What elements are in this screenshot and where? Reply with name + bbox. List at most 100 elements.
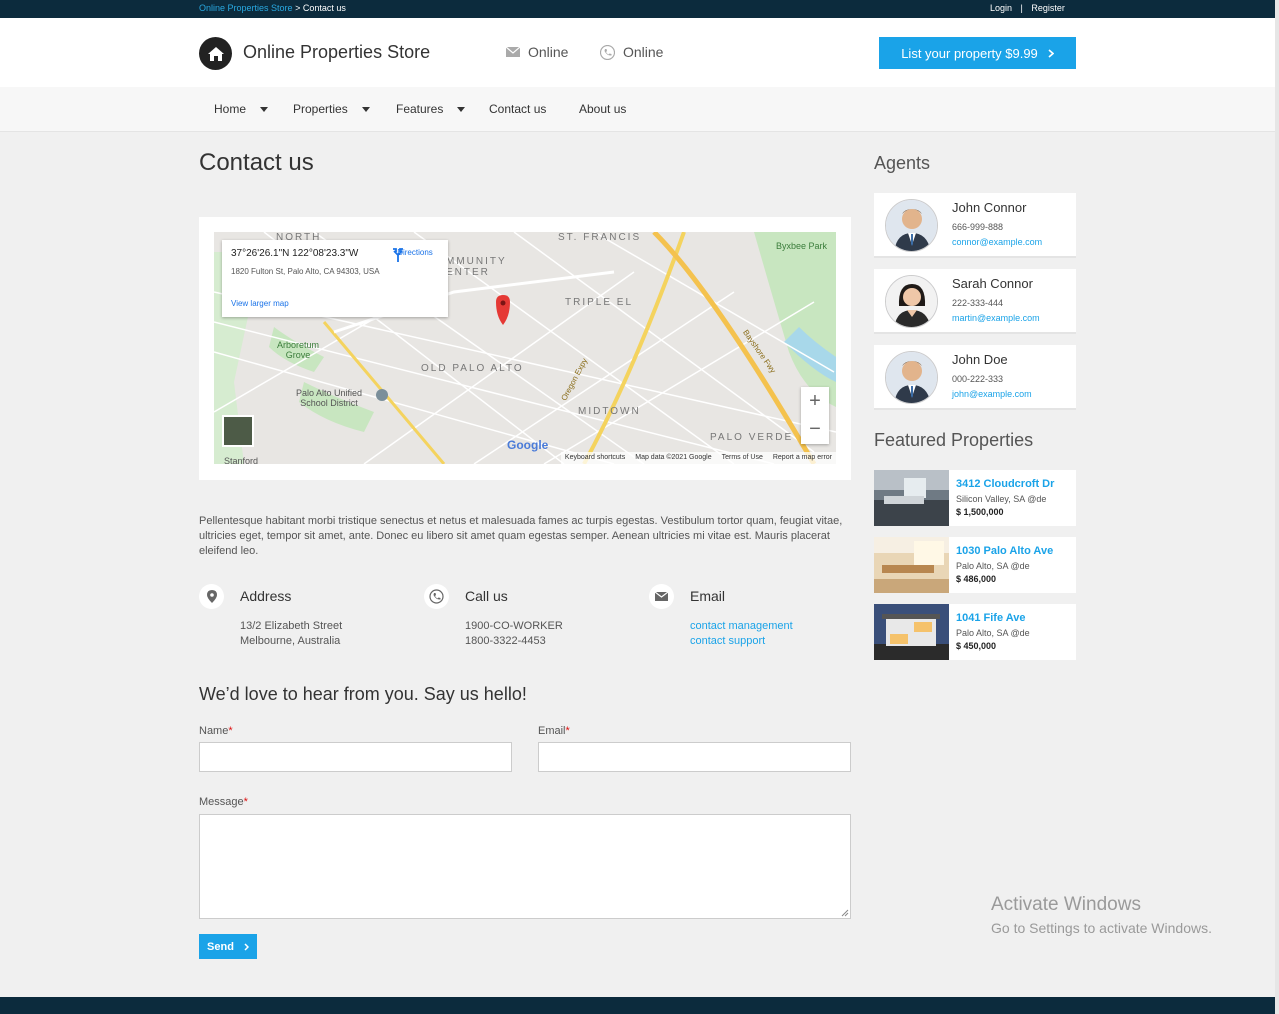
breadcrumb-current: > Contact us bbox=[295, 3, 346, 13]
register-link[interactable]: Register bbox=[1031, 3, 1065, 13]
resize-handle-icon[interactable] bbox=[841, 909, 849, 917]
property-price: $ 486,000 bbox=[956, 574, 997, 584]
nav-item-about[interactable]: About us bbox=[579, 102, 626, 116]
list-property-label: List your property $9.99 bbox=[901, 45, 1038, 61]
email-label: Email* bbox=[538, 725, 570, 737]
address-line-2: Melbourne, Australia bbox=[240, 635, 341, 647]
site-footer bbox=[0, 997, 1279, 1014]
name-input[interactable] bbox=[199, 742, 512, 772]
map-data-text: Map data ©2021 Google bbox=[635, 454, 712, 461]
watermark-title: Activate Windows bbox=[991, 894, 1141, 915]
account-separator: | bbox=[1020, 3, 1023, 13]
zoom-in-button[interactable]: + bbox=[801, 387, 829, 415]
email-input[interactable] bbox=[538, 742, 851, 772]
nav-item-label: About us bbox=[579, 102, 627, 116]
phone-line-2: 1800-3322-4453 bbox=[465, 635, 546, 647]
page-title: Contact us bbox=[199, 149, 314, 176]
message-textarea[interactable] bbox=[199, 814, 851, 919]
phone-icon bbox=[424, 584, 449, 609]
satellite-toggle[interactable] bbox=[222, 415, 254, 447]
scrollbar[interactable] bbox=[1275, 0, 1279, 1014]
breadcrumb: Online Properties Store > Contact us bbox=[199, 3, 346, 13]
map-label-arboretum: Arboretum Grove bbox=[277, 340, 320, 360]
message-label: Message* bbox=[199, 796, 248, 808]
map-footer: Keyboard shortcuts Map data ©2021 Google… bbox=[560, 452, 836, 464]
nav-item-home[interactable]: Home bbox=[214, 102, 269, 116]
header-phone-contact[interactable]: Online bbox=[600, 44, 663, 60]
property-image bbox=[874, 470, 949, 526]
caret-down-icon bbox=[260, 106, 269, 112]
agent-email-link[interactable]: john@example.com bbox=[952, 389, 1032, 399]
map-zoom-controls: + − bbox=[801, 387, 829, 444]
property-price: $ 1,500,000 bbox=[956, 507, 1004, 517]
directions-button[interactable]: Directions bbox=[392, 248, 438, 262]
required-mark: * bbox=[228, 725, 233, 737]
property-name-link[interactable]: 3412 Cloudcroft Dr bbox=[956, 478, 1054, 490]
property-location: Silicon Valley, SA @de bbox=[956, 494, 1047, 504]
property-card[interactable]: 1041 Fife Ave Palo Alto, SA @de $ 450,00… bbox=[874, 604, 1076, 660]
agent-card[interactable]: John Doe 000-222-333 john@example.com bbox=[874, 345, 1076, 410]
site-title[interactable]: Online Properties Store bbox=[243, 42, 430, 63]
watermark-subtitle: Go to Settings to activate Windows. bbox=[991, 920, 1212, 936]
keyboard-shortcuts-link[interactable]: Keyboard shortcuts bbox=[565, 454, 625, 462]
contact-management-link[interactable]: contact management bbox=[690, 619, 793, 634]
call-lines: 1900-CO-WORKER 1800-3322-4453 bbox=[465, 619, 563, 649]
map-address: 1820 Fulton St, Palo Alto, CA 94303, USA bbox=[231, 267, 380, 276]
agent-avatar bbox=[885, 275, 938, 328]
agent-card[interactable]: John Connor 666-999-888 connor@example.c… bbox=[874, 193, 1076, 258]
agent-phone: 222-333-444 bbox=[952, 298, 1004, 308]
agent-name: John Doe bbox=[952, 352, 1008, 367]
account-links: Login | Register bbox=[990, 3, 1065, 13]
map-info-box: 37°26'26.1"N 122°08'23.3"W 1820 Fulton S… bbox=[222, 240, 448, 317]
agent-email-link[interactable]: martin@example.com bbox=[952, 313, 1040, 323]
activate-windows-watermark: Activate Windows Go to Settings to activ… bbox=[991, 894, 1212, 936]
view-larger-map-link[interactable]: View larger map bbox=[231, 299, 289, 308]
list-property-button[interactable]: List your property $9.99 bbox=[879, 37, 1076, 69]
property-image bbox=[874, 537, 949, 593]
caret-down-icon bbox=[361, 106, 370, 112]
property-card[interactable]: 3412 Cloudcroft Dr Silicon Valley, SA @d… bbox=[874, 470, 1076, 526]
email-label-text: Email bbox=[538, 725, 566, 737]
contact-support-link[interactable]: contact support bbox=[690, 634, 793, 649]
terms-link[interactable]: Terms of Use bbox=[722, 454, 763, 462]
form-heading: We’d love to hear from you. Say us hello… bbox=[199, 684, 527, 704]
email-title: Email bbox=[690, 588, 726, 604]
caret-down-icon bbox=[457, 106, 466, 112]
property-name-link[interactable]: 1041 Fife Ave bbox=[956, 612, 1026, 624]
nav-item-contact[interactable]: Contact us bbox=[489, 102, 546, 116]
envelope-icon bbox=[506, 47, 520, 57]
login-link[interactable]: Login bbox=[990, 3, 1012, 13]
nav-item-properties[interactable]: Properties bbox=[293, 102, 370, 116]
agent-card[interactable]: Sarah Connor 222-333-444 martin@example.… bbox=[874, 269, 1076, 334]
required-mark: * bbox=[243, 796, 248, 808]
agent-name: John Connor bbox=[952, 200, 1027, 215]
chevron-right-icon bbox=[1048, 48, 1054, 58]
map-label-triple-el: TRIPLE EL bbox=[565, 297, 634, 308]
embedded-map[interactable]: NORTH ST. FRANCIS MMUNITY ENTER TRIPLE E… bbox=[214, 232, 836, 464]
top-bar: Online Properties Store > Contact us Log… bbox=[0, 0, 1279, 18]
nav-item-label: Properties bbox=[293, 102, 348, 116]
agent-name: Sarah Connor bbox=[952, 276, 1033, 291]
map-label-palo-verde: PALO VERDE bbox=[710, 432, 794, 443]
zoom-out-button[interactable]: − bbox=[801, 415, 829, 443]
header-email-contact[interactable]: Online bbox=[506, 44, 568, 60]
nav-item-features[interactable]: Features bbox=[396, 102, 466, 116]
message-label-text: Message bbox=[199, 796, 244, 808]
required-mark: * bbox=[565, 725, 570, 737]
agent-email-link[interactable]: connor@example.com bbox=[952, 237, 1042, 247]
report-error-link[interactable]: Report a map error bbox=[773, 454, 832, 462]
property-name-link[interactable]: 1030 Palo Alto Ave bbox=[956, 545, 1053, 557]
header-phone-label: Online bbox=[623, 44, 664, 60]
property-card[interactable]: 1030 Palo Alto Ave Palo Alto, SA @de $ 4… bbox=[874, 537, 1076, 593]
property-price: $ 450,000 bbox=[956, 641, 997, 651]
google-logo: Google bbox=[507, 438, 549, 452]
property-location: Palo Alto, SA @de bbox=[956, 561, 1030, 571]
send-button[interactable]: Send bbox=[199, 934, 257, 959]
agent-phone: 666-999-888 bbox=[952, 222, 1004, 232]
map-label-school-district: Palo Alto Unified School District bbox=[296, 388, 363, 408]
envelope-icon bbox=[649, 584, 674, 609]
home-logo-icon[interactable] bbox=[199, 37, 232, 70]
breadcrumb-home-link[interactable]: Online Properties Store bbox=[199, 3, 293, 13]
intro-text: Pellentesque habitant morbi tristique se… bbox=[199, 515, 843, 557]
map-label-old-palo-alto: OLD PALO ALTO bbox=[421, 363, 524, 374]
